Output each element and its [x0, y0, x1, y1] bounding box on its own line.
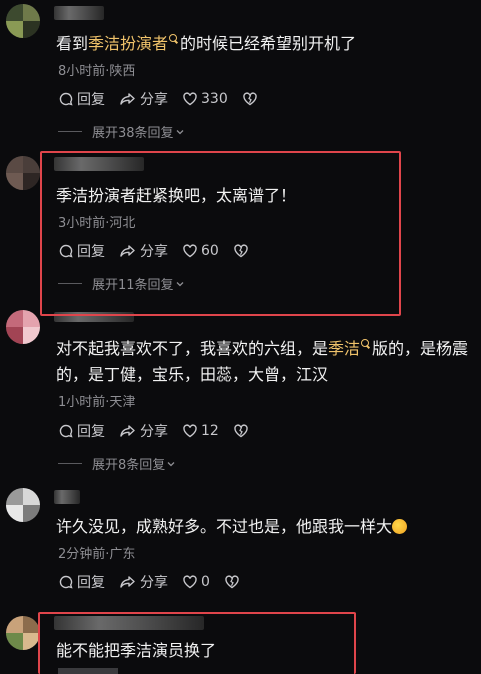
- broken-heart-icon: [234, 244, 248, 258]
- laughing-emoji-icon: [392, 519, 408, 534]
- avatar[interactable]: [6, 616, 40, 650]
- username[interactable]: [54, 490, 80, 504]
- username[interactable]: [54, 312, 134, 322]
- chevron-down-icon: [176, 129, 184, 134]
- broken-heart-icon: [225, 575, 239, 589]
- avatar[interactable]: [6, 488, 40, 522]
- comment-meta: 1小时前·天津: [58, 395, 136, 410]
- comment-meta-partial: [58, 668, 118, 674]
- chevron-down-icon: [167, 461, 175, 466]
- divider: [58, 131, 82, 132]
- share-arrow-icon: [120, 576, 135, 588]
- search-icon: [361, 339, 370, 347]
- like-button[interactable]: 330: [182, 91, 228, 107]
- broken-heart-icon: [243, 92, 257, 106]
- keyword-link[interactable]: 季洁扮演者: [88, 34, 168, 53]
- username[interactable]: [54, 6, 104, 20]
- share-arrow-icon: [120, 245, 135, 257]
- like-count: 60: [201, 243, 219, 259]
- comment-text: 看到季洁扮演者 的时候已经希望别开机了: [56, 34, 357, 53]
- share-arrow-icon: [120, 93, 135, 105]
- reply-button[interactable]: 回复: [58, 572, 105, 592]
- like-button[interactable]: 0: [182, 574, 210, 590]
- reply-bubble-icon: [59, 575, 73, 589]
- reply-button[interactable]: 回复: [58, 89, 105, 109]
- reply-bubble-icon: [59, 92, 73, 106]
- reply-bubble-icon: [59, 424, 73, 438]
- like-button[interactable]: 12: [182, 423, 219, 439]
- keyword-link[interactable]: 季洁: [328, 339, 360, 358]
- reply-button[interactable]: 回复: [58, 421, 105, 441]
- comment-text: 能不能把季洁演员换了: [56, 641, 217, 660]
- reply-button[interactable]: 回复: [58, 241, 105, 261]
- broken-heart-icon: [234, 424, 248, 438]
- comment-item: 许久没见，成熟好多。不过也是，他跟我一样大 2分钟前·广东 回复 分享 0: [0, 480, 481, 605]
- share-button[interactable]: 分享: [119, 89, 168, 109]
- comment-actions: 回复 分享 12: [58, 421, 266, 441]
- comment-text: 季洁扮演者赶紧换吧，太离谱了！: [56, 186, 297, 205]
- avatar[interactable]: [6, 310, 40, 344]
- comment-text: 对不起我喜欢不了，我喜欢的六组，是季洁 版的，是杨震: [56, 339, 469, 358]
- like-count: 330: [201, 91, 228, 107]
- comment-item: 对不起我喜欢不了，我喜欢的六组，是季洁 版的，是杨震 的，是丁健，宝乐，田蕊，大曾…: [0, 300, 481, 480]
- expand-replies[interactable]: 展开38条回复: [58, 122, 186, 141]
- avatar[interactable]: [6, 4, 40, 38]
- comment-text-line: 的，是丁健，宝乐，田蕊，大曾，江汉: [56, 365, 329, 384]
- chevron-down-icon: [176, 281, 184, 286]
- comment-actions: 回复 分享 60: [58, 241, 266, 261]
- reply-bubble-icon: [59, 244, 73, 258]
- dislike-button[interactable]: [233, 423, 252, 439]
- avatar[interactable]: [6, 156, 40, 190]
- expand-replies[interactable]: 展开8条回复: [58, 454, 177, 473]
- comment-meta: 8小时前·陕西: [58, 64, 136, 79]
- like-count: 0: [201, 574, 210, 590]
- comment-meta: 2分钟前·广东: [58, 547, 136, 562]
- search-icon: [169, 34, 178, 42]
- like-button[interactable]: 60: [182, 243, 219, 259]
- username[interactable]: [54, 157, 144, 171]
- heart-icon: [183, 244, 197, 258]
- share-arrow-icon: [120, 425, 135, 437]
- comment-item: 能不能把季洁演员换了: [0, 610, 481, 674]
- comment-text: 许久没见，成熟好多。不过也是，他跟我一样大: [56, 514, 477, 540]
- divider: [58, 463, 82, 464]
- dislike-button[interactable]: [233, 243, 252, 259]
- username[interactable]: [54, 616, 204, 630]
- share-button[interactable]: 分享: [119, 241, 168, 261]
- heart-icon: [183, 424, 197, 438]
- divider: [58, 283, 82, 284]
- share-button[interactable]: 分享: [119, 421, 168, 441]
- like-count: 12: [201, 423, 219, 439]
- heart-icon: [183, 92, 197, 106]
- heart-icon: [183, 575, 197, 589]
- dislike-button[interactable]: [224, 574, 243, 590]
- comment-actions: 回复 分享 0: [58, 572, 257, 592]
- expand-replies[interactable]: 展开11条回复: [58, 274, 186, 293]
- dislike-button[interactable]: [242, 91, 261, 107]
- share-button[interactable]: 分享: [119, 572, 168, 592]
- comment-item: 看到季洁扮演者 的时候已经希望别开机了 8小时前·陕西 回复 分享 330 展开3…: [0, 0, 481, 150]
- comment-meta: 3小时前·河北: [58, 216, 136, 231]
- comment-item: 季洁扮演者赶紧换吧，太离谱了！ 3小时前·河北 回复 分享 60 展开11条回复: [0, 150, 481, 300]
- comment-actions: 回复 分享 330: [58, 89, 275, 109]
